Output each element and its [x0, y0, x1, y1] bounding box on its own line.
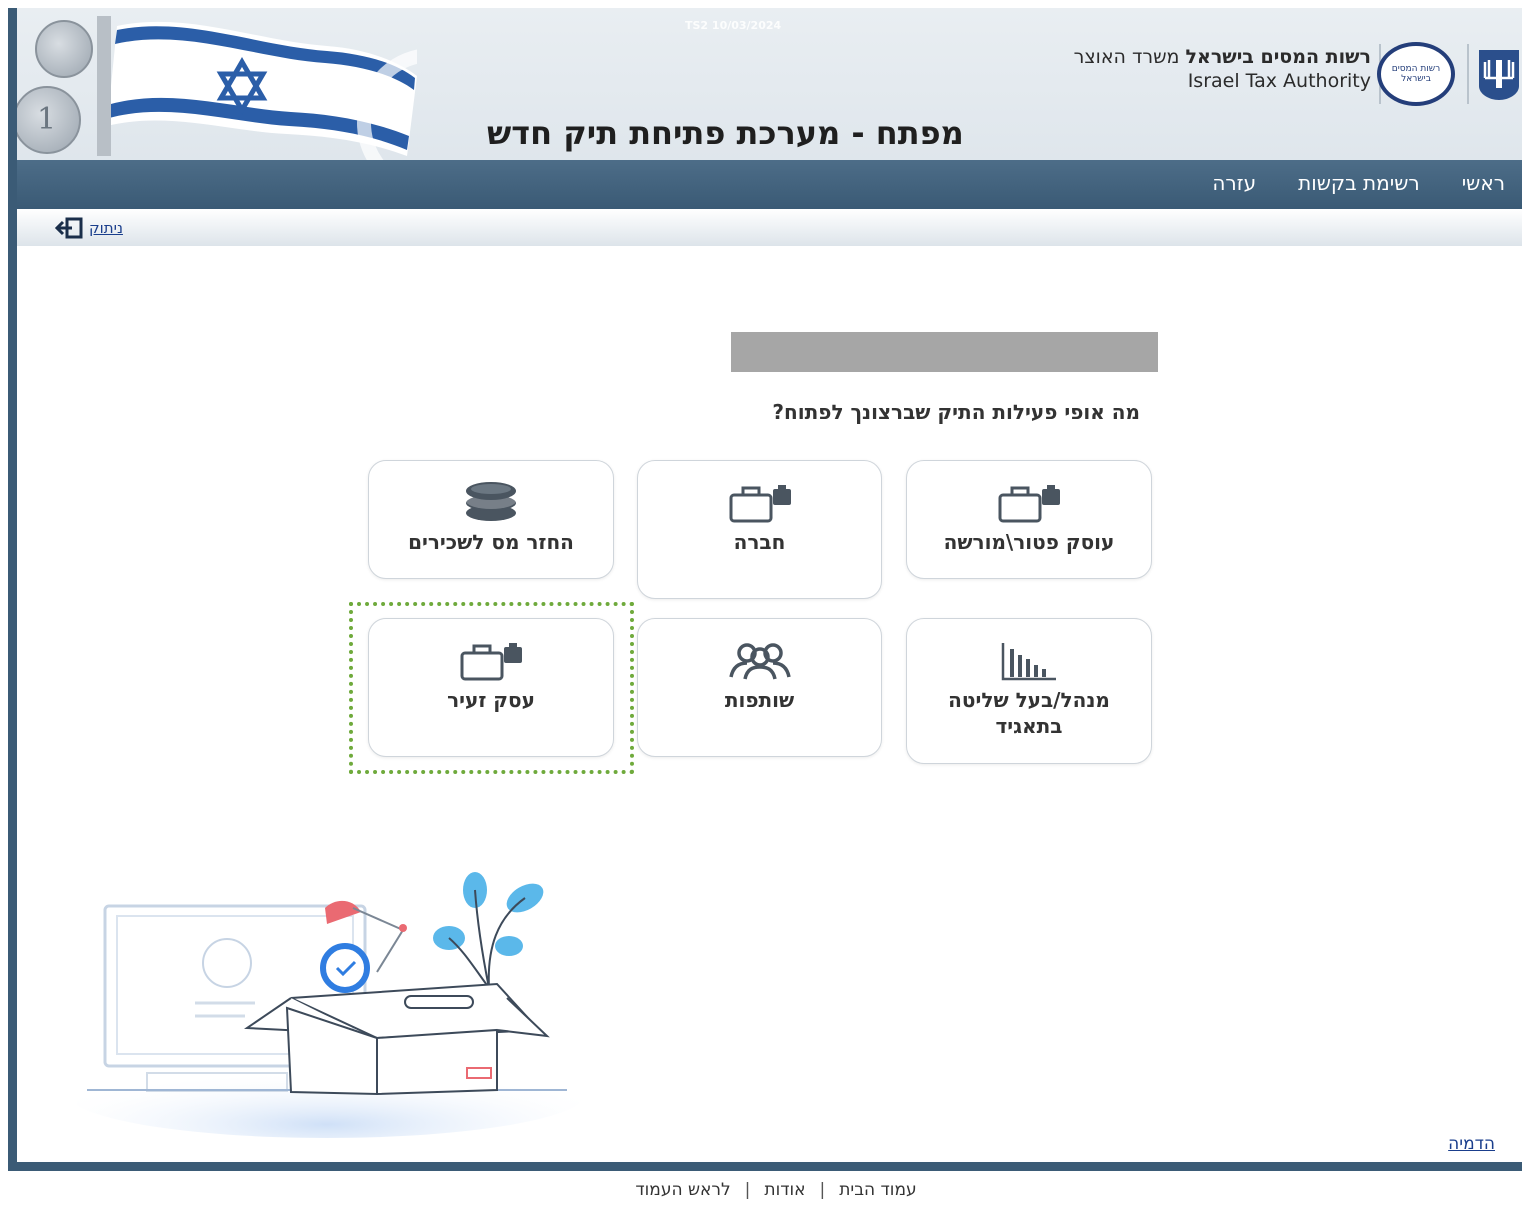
option-card-tax-refund[interactable]: החזר מס לשכירים [368, 460, 614, 579]
state-emblem-icon [1479, 50, 1519, 100]
footer-about-link[interactable]: אודות [764, 1180, 805, 1208]
header-banner: 1 [17, 8, 417, 160]
org-name-english: Israel Tax Authority [1187, 70, 1371, 92]
option-card-company[interactable]: חברה [637, 460, 882, 599]
site-header: 1 TS2 10/03/2024 רשות המסים בישראל משרד … [17, 8, 1522, 160]
briefcase-icon [996, 475, 1062, 523]
briefcase-icon [727, 475, 793, 523]
environment-watermark: TS2 10/03/2024 [685, 19, 782, 32]
option-label: עוסק פטור\מורשה [943, 530, 1115, 554]
toolbar-strip: ניתוק [17, 209, 1522, 246]
main-nav: ראשי רשימת בקשות עזרה [17, 160, 1522, 209]
footer-separator: | [819, 1180, 826, 1200]
footer-top-link[interactable]: לראש העמוד [635, 1180, 730, 1208]
option-label: מנהל/בעל שליטה בתאגיד [948, 688, 1110, 738]
option-label: החזר מס לשכירים [408, 530, 574, 554]
header-divider [1467, 44, 1469, 104]
simulation-link[interactable]: הדמיה [1448, 1134, 1495, 1154]
logout-icon[interactable] [55, 217, 83, 239]
site-footer: עמוד הבית | אודות | לראש העמוד [0, 1180, 1522, 1208]
option-label: חברה [733, 530, 786, 554]
tax-authority-logo: רשות המסים בישראל [1377, 42, 1455, 106]
selection-highlight [349, 602, 634, 774]
nav-item-home[interactable]: ראשי [1462, 171, 1505, 195]
footer-home-link[interactable]: עמוד הבית [839, 1180, 916, 1208]
bar-chart-icon [1000, 633, 1058, 681]
moving-box-illustration [77, 872, 587, 1138]
option-card-partnership[interactable]: שותפות [637, 618, 882, 757]
option-card-controlling-owner[interactable]: מנהל/בעל שליטה בתאגיד [906, 618, 1152, 764]
nav-item-help[interactable]: עזרה [1212, 171, 1256, 195]
logout-label[interactable]: ניתוק [89, 219, 123, 237]
activity-question: מה אופי פעילות התיק שברצונך לפתוח? [772, 400, 1140, 424]
people-icon [727, 633, 793, 681]
coin-image: 1 [17, 86, 81, 154]
org-name-block: רשות המסים בישראל משרד האוצר Israel Tax … [1074, 46, 1371, 92]
coin-image [35, 20, 93, 78]
page-title: מפתח - מערכת פתיחת תיק חדש [487, 114, 964, 152]
coins-icon [463, 475, 519, 523]
org-name-hebrew: רשות המסים בישראל משרד האוצר [1073, 46, 1371, 68]
option-card-licensed-dealer[interactable]: עוסק פטור\מורשה [906, 460, 1152, 579]
redacted-name-bar [731, 332, 1158, 372]
nav-item-requests[interactable]: רשימת בקשות [1298, 171, 1420, 195]
option-label: שותפות [724, 688, 795, 712]
footer-separator: | [744, 1180, 751, 1200]
page-frame: 1 TS2 10/03/2024 רשות המסים בישראל משרד … [8, 8, 1522, 1171]
logout-link[interactable]: ניתוק [55, 217, 123, 239]
